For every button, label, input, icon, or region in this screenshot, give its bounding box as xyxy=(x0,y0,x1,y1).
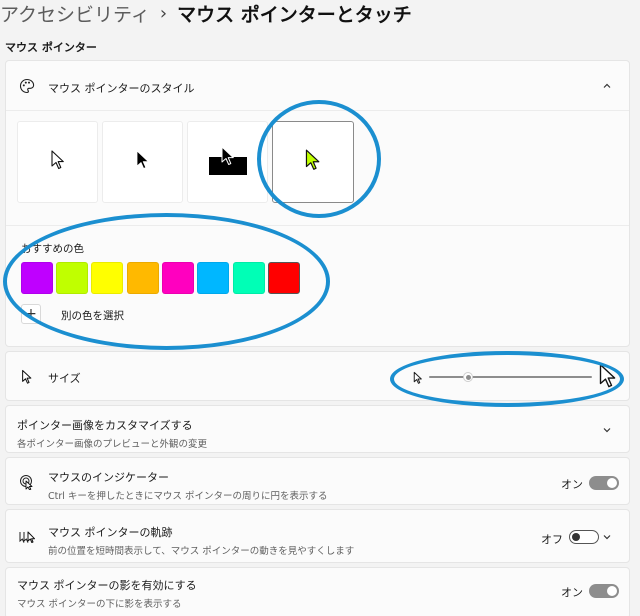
palette-icon xyxy=(18,77,36,95)
page-title: マウス ポインターとタッチ xyxy=(177,3,412,26)
breadcrumb: アクセシビリティ › マウス ポインターとタッチ xyxy=(0,0,412,28)
pointer-trails-chevron-down-icon[interactable] xyxy=(601,531,613,543)
recommended-colors-label: おすすめの色 xyxy=(21,243,84,255)
large-cursor-icon xyxy=(598,362,618,394)
cursor-custom-color-icon xyxy=(304,148,322,176)
pointer-trails-subtitle: 前の位置を短時間表示して、マウス ポインターの動きを見やすくします xyxy=(48,546,355,557)
mouse-indicator-card: マウスのインジケーター Ctrl キーを押したときにマウス ポインターの周りに円… xyxy=(5,457,630,505)
mouse-indicator-state-label: オン xyxy=(561,478,583,491)
section-title-mouse-pointer: マウス ポインター xyxy=(5,41,97,54)
pointer-style-card: マウス ポインターのスタイル xyxy=(5,60,630,347)
color-swatch-yellow[interactable] xyxy=(91,262,123,294)
mouse-indicator-title: マウスのインジケーター xyxy=(48,471,169,484)
plus-icon: + xyxy=(25,306,37,322)
cursor-black-icon xyxy=(135,149,151,175)
size-slider-thumb[interactable] xyxy=(463,372,474,382)
cursor-white-icon xyxy=(50,149,66,175)
pointer-trails-state-label: オフ xyxy=(541,533,563,546)
pointer-style-white[interactable] xyxy=(17,121,98,203)
color-swatch-purple[interactable] xyxy=(21,262,53,294)
cursor-inverted-icon xyxy=(207,145,249,179)
pointer-style-custom[interactable] xyxy=(272,121,354,203)
color-swatch-orange[interactable] xyxy=(127,262,159,294)
color-swatch-pink[interactable] xyxy=(162,262,194,294)
size-label: サイズ xyxy=(48,372,81,385)
breadcrumb-parent-accessibility[interactable]: アクセシビリティ xyxy=(0,0,150,27)
add-custom-color-button[interactable]: + xyxy=(21,304,41,324)
pointer-shadow-card: マウス ポインターの影を有効にする マウス ポインターの下に影を表示する オン xyxy=(5,567,630,616)
size-slider[interactable] xyxy=(429,371,592,383)
pointer-style-title: マウス ポインターのスタイル xyxy=(48,82,195,95)
pointer-trails-icon xyxy=(18,528,36,546)
mouse-indicator-toggle[interactable] xyxy=(589,476,619,490)
pointer-shadow-state-label: オン xyxy=(561,586,583,599)
mouse-indicator-subtitle: Ctrl キーを押したときにマウス ポインターの周りに円を表示する xyxy=(48,491,328,502)
cursor-size-icon xyxy=(18,368,36,386)
customize-pointer-subtitle: 各ポインター画像のプレビューと外観の変更 xyxy=(17,439,208,450)
mouse-indicator-icon xyxy=(18,473,36,491)
pointer-style-black[interactable] xyxy=(102,121,183,203)
pointer-shadow-title: マウス ポインターの影を有効にする xyxy=(17,579,197,592)
card-divider xyxy=(6,225,629,226)
pointer-trails-toggle[interactable] xyxy=(569,530,599,544)
color-swatch-red[interactable] xyxy=(268,262,300,294)
pointer-size-card: サイズ xyxy=(5,351,630,401)
pointer-shadow-subtitle: マウス ポインターの下に影を表示する xyxy=(17,599,182,610)
pointer-shadow-toggle[interactable] xyxy=(589,584,619,598)
pointer-trails-card: マウス ポインターの軌跡 前の位置を短時間表示して、マウス ポインターの動きを見… xyxy=(5,509,630,563)
chevron-down-icon[interactable] xyxy=(601,424,613,436)
pointer-style-inverted[interactable] xyxy=(187,121,268,203)
pointer-trails-title: マウス ポインターの軌跡 xyxy=(48,526,173,539)
chevron-up-icon[interactable] xyxy=(601,80,613,92)
breadcrumb-separator: › xyxy=(159,2,168,24)
customize-pointer-title: ポインター画像をカスタマイズする xyxy=(17,419,193,432)
small-cursor-icon xyxy=(413,370,423,389)
customize-pointer-card[interactable]: ポインター画像をカスタマイズする 各ポインター画像のプレビューと外観の変更 xyxy=(5,405,630,453)
color-swatch-blue[interactable] xyxy=(197,262,229,294)
color-swatch-lime[interactable] xyxy=(56,262,88,294)
color-swatch-teal[interactable] xyxy=(233,262,265,294)
choose-other-color-label[interactable]: 別の色を選択 xyxy=(61,308,124,323)
size-slider-track xyxy=(429,376,592,378)
pointer-style-header[interactable]: マウス ポインターのスタイル xyxy=(6,61,629,111)
